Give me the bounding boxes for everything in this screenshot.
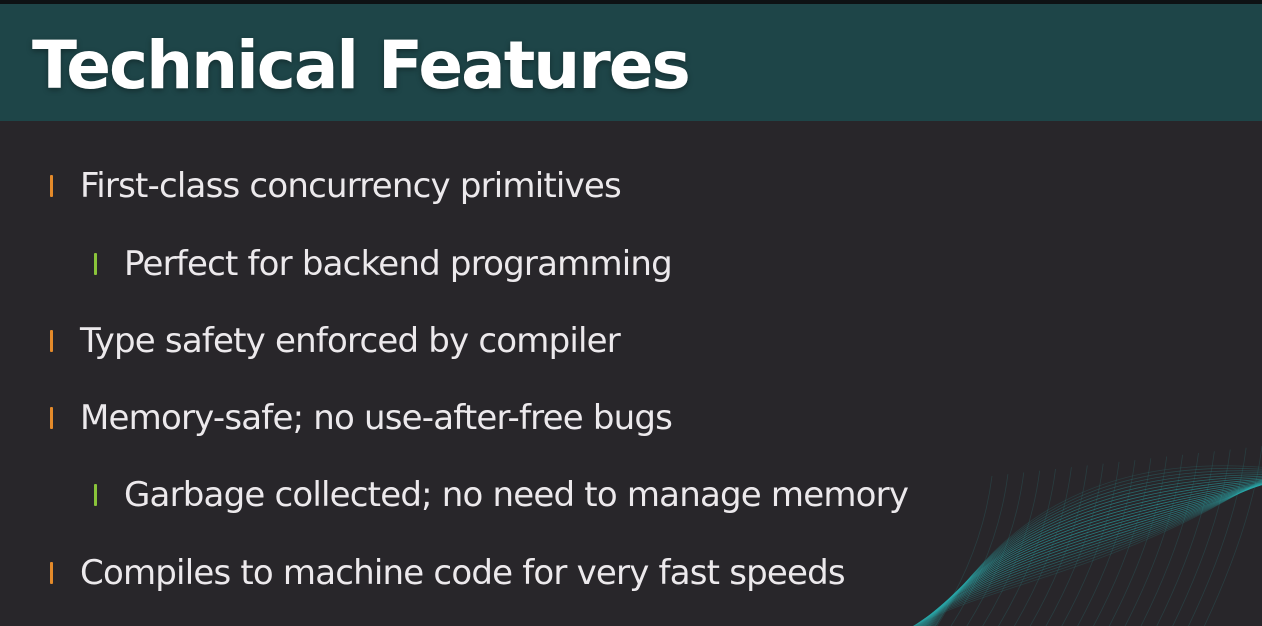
slide-title: Technical Features <box>32 27 691 104</box>
wave-line <box>922 482 1262 626</box>
bullet-marker-icon <box>50 330 53 352</box>
sub-bullet-item: Garbage collected; no need to manage mem… <box>94 470 909 520</box>
wave-line <box>936 465 1262 626</box>
sub-bullet-text: Perfect for backend programming <box>124 244 673 284</box>
slide: Technical Features First-class concurren… <box>0 0 1262 626</box>
sub-bullet-marker-icon <box>94 253 97 275</box>
bullet-text: First-class concurrency primitives <box>80 166 622 206</box>
wave-line <box>929 475 1262 626</box>
bullet-item: First-class concurrency primitives <box>50 161 622 211</box>
bullet-text: Type safety enforced by compiler <box>80 321 621 361</box>
sub-bullet-item: Perfect for backend programming <box>94 239 673 289</box>
sub-bullet-marker-icon <box>94 484 97 506</box>
bullet-item: Memory-safe; no use-after-free bugs <box>50 393 673 443</box>
bullet-item: Type safety enforced by compiler <box>50 316 621 366</box>
bullet-marker-icon <box>50 175 53 197</box>
bullet-text: Compiles to machine code for very fast s… <box>80 553 846 593</box>
title-bar: Technical Features <box>0 4 1262 121</box>
bullet-marker-icon <box>50 562 53 584</box>
wave-mesh-icon <box>912 445 1262 626</box>
bullet-marker-icon <box>50 407 53 429</box>
sub-bullet-text: Garbage collected; no need to manage mem… <box>124 475 909 515</box>
bullet-item: Compiles to machine code for very fast s… <box>50 548 846 598</box>
bullet-text: Memory-safe; no use-after-free bugs <box>80 398 673 438</box>
